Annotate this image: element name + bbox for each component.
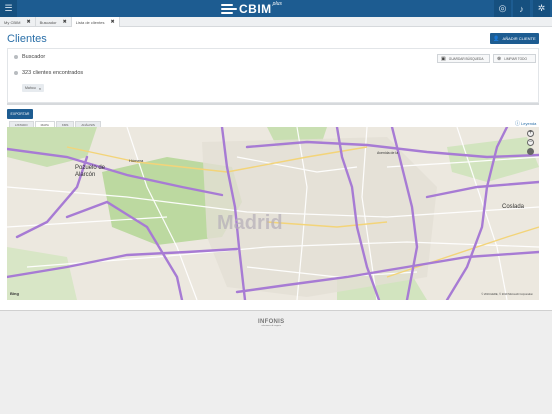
add-client-label: AÑADIR CLIENTE [502, 36, 536, 41]
map-label-avenue: Avenida de la [377, 151, 399, 155]
zoom-out-icon[interactable]: − [527, 139, 534, 146]
tab-my-cbim[interactable]: My CBIM ✖ [0, 17, 36, 27]
footer: INFONIS soluciones de negocio [0, 310, 552, 414]
logo-sup: plus [272, 1, 282, 7]
top-bar: ☰ CBIM plus ◎ ♪ ✲ [0, 0, 552, 17]
search-panel: Buscador 323 clientes encontrados Mahou … [7, 48, 539, 103]
legend-link[interactable]: ⓘ Leyenda [515, 120, 536, 127]
finder-row[interactable]: Buscador [14, 54, 45, 60]
save-search-button[interactable]: ▣ GUARDAR BÚSQUEDA [437, 54, 490, 63]
add-client-button[interactable]: 👤 AÑADIR CLIENTE [490, 33, 539, 44]
bullet-icon [14, 71, 18, 75]
map-label-coslada: Coslada [502, 204, 525, 210]
menu-icon[interactable]: ☰ [0, 0, 17, 17]
results-row[interactable]: 323 clientes encontrados [14, 70, 83, 76]
divider [7, 103, 539, 105]
footer-logo: INFONIS soluciones de negocio [258, 319, 284, 327]
tab-bar: My CBIM ✖ Buscador ✖ Lista de clientes ✖ [0, 17, 552, 27]
map-label-city: Madrid [217, 212, 283, 234]
logo-mark-icon [221, 4, 237, 14]
bing-logo: Bing [10, 291, 19, 296]
map-copyright: © 2019 HERE, © 2019 Microsoft Corporatio… [481, 293, 533, 296]
clear-all-button[interactable]: ⊗ LIMPIAR TODO [493, 54, 536, 63]
footer-tagline: soluciones de negocio [261, 325, 282, 327]
app-logo: CBIM plus [221, 1, 282, 16]
add-user-icon: 👤 [493, 35, 500, 42]
save-search-label: GUARDAR BÚSQUEDA [448, 56, 484, 61]
filter-chip-label: Mahou [25, 86, 36, 90]
tab-buscador[interactable]: Buscador ✖ [36, 17, 72, 27]
close-icon[interactable]: × [39, 86, 41, 91]
globe-icon[interactable]: ◎ [494, 0, 511, 17]
filter-chip[interactable]: Mahou × [22, 84, 45, 92]
tab-label: Lista de clientes [75, 19, 105, 25]
tab-label: Buscador [39, 19, 57, 25]
close-icon[interactable]: ✖ [26, 19, 30, 25]
export-button[interactable]: EXPORTAR [7, 109, 33, 119]
finder-label: Buscador [22, 54, 46, 60]
page-title: Clientes [7, 33, 47, 45]
logo-text: CBIM [239, 2, 272, 16]
bell-icon[interactable]: ♪ [513, 0, 530, 17]
legend-label: Leyenda [521, 121, 537, 126]
close-icon[interactable]: ✖ [110, 19, 114, 25]
floppy-icon: ▣ [441, 55, 446, 62]
clear-icon: ⊗ [497, 55, 502, 62]
map-label-humera: Húmera [129, 158, 144, 163]
results-count: 323 clientes encontrados [22, 70, 84, 76]
locate-icon[interactable] [527, 148, 534, 155]
gear-icon[interactable]: ✲ [533, 0, 550, 17]
bullet-icon [14, 55, 18, 59]
zoom-in-icon[interactable]: + [527, 130, 534, 137]
bing-label: Bing [10, 291, 19, 296]
close-icon[interactable]: ✖ [63, 19, 67, 25]
map-view[interactable]: Madrid Pozuelo de Alarcón Húmera Coslada… [7, 127, 539, 300]
info-icon: ⓘ [515, 121, 521, 127]
map-label-pozuelo: Pozuelo de Alarcón [75, 165, 106, 178]
clear-all-label: LIMPIAR TODO [504, 56, 527, 61]
tab-client-list[interactable]: Lista de clientes ✖ [71, 17, 120, 27]
tab-label: My CBIM [4, 19, 21, 25]
